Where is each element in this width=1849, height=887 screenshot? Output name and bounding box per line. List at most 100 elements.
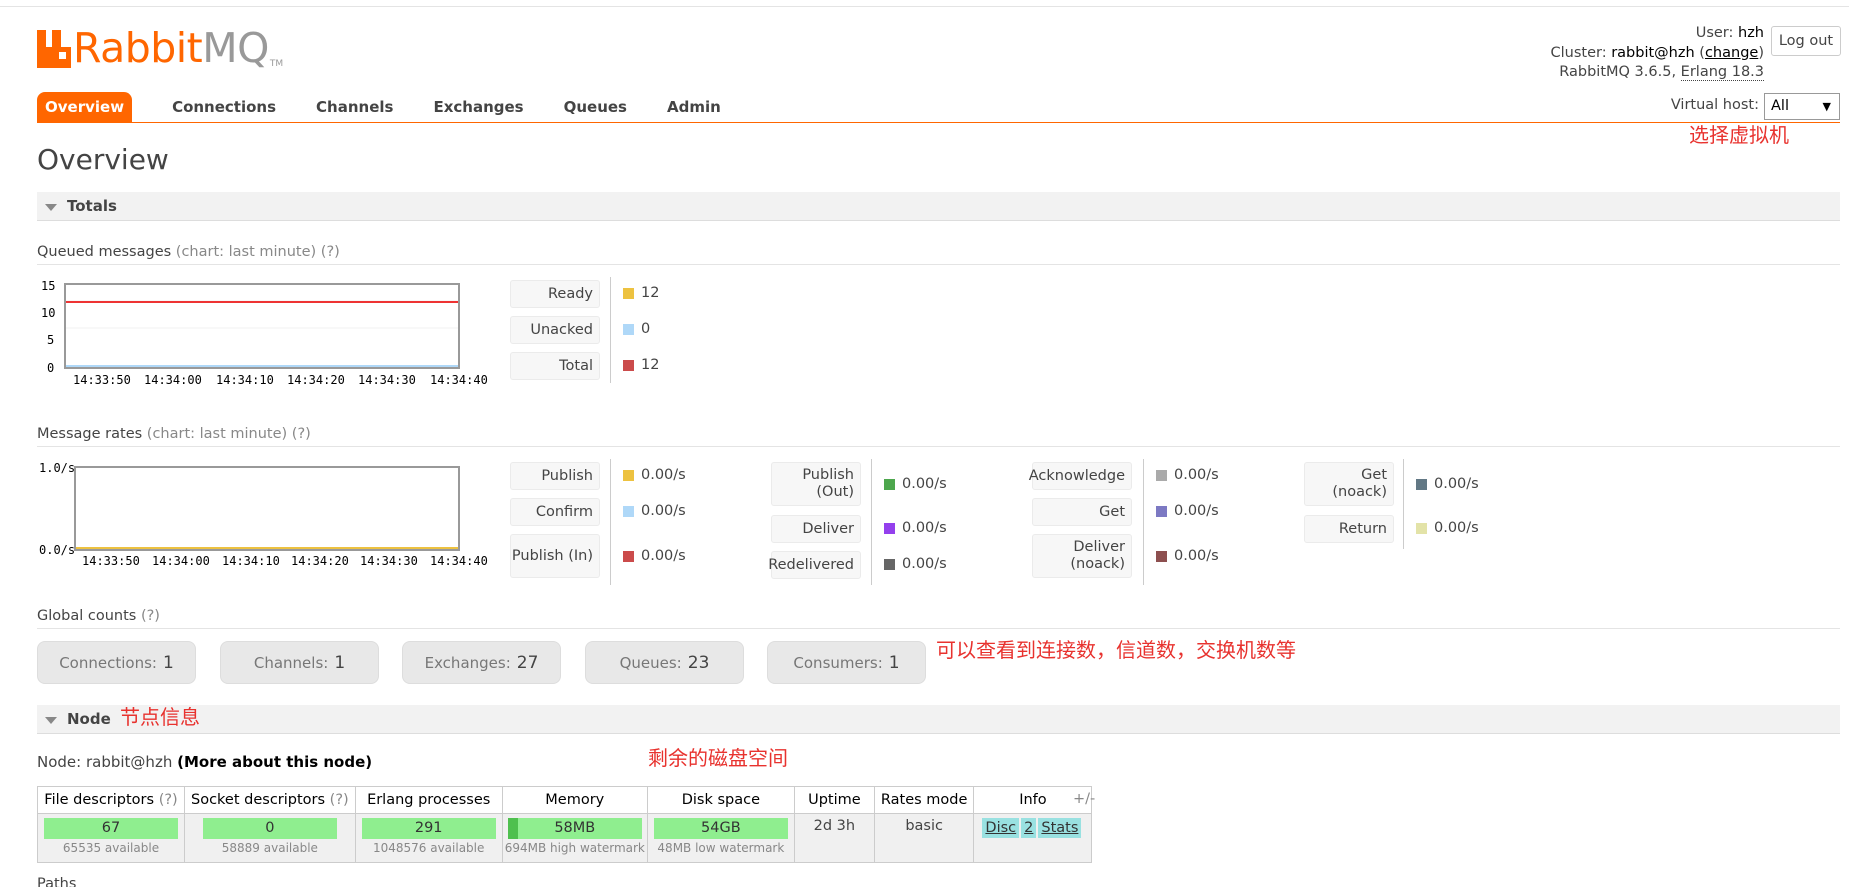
- rates-ytick-top: 1.0/s: [39, 461, 75, 475]
- annotation-vhost: 选择虚拟机: [1689, 123, 1789, 147]
- legend-publish-out[interactable]: Publish (Out): [771, 462, 861, 506]
- node-title: Node: [67, 710, 111, 728]
- value-return: 0.00/s: [1416, 520, 1479, 536]
- total-swatch: [623, 359, 634, 371]
- queued-ytick-5: 5: [47, 333, 54, 347]
- cluster-label: Cluster:: [1550, 44, 1607, 61]
- legend-get[interactable]: Get: [1032, 498, 1132, 526]
- legend-publish[interactable]: Publish: [510, 462, 600, 490]
- queued-messages-chart: 15 10 5 0 14:33:50 14:34:00 14:34:10 14:…: [41, 279, 488, 387]
- logo-text-mq: MQ: [202, 24, 269, 72]
- legend-confirm[interactable]: Confirm: [510, 498, 600, 526]
- count-connections[interactable]: Connections: 1: [37, 641, 196, 684]
- col-socket-descriptors: Socket descriptors (?): [184, 786, 356, 814]
- info-stats[interactable]: Stats: [1038, 818, 1082, 838]
- rates-title: Message rates: [37, 426, 143, 442]
- logout-button[interactable]: Log out: [1771, 26, 1841, 56]
- col-rates-mode: Rates mode: [873, 786, 975, 814]
- rates-xtick-0: 14:33:50: [82, 554, 140, 568]
- user-label: User:: [1695, 25, 1734, 41]
- totals-title: Totals: [67, 197, 117, 215]
- legend-deliver-noack[interactable]: Deliver (noack): [1032, 534, 1132, 578]
- rates-separator-2: [871, 459, 872, 585]
- disk-bar: 54GB: [653, 818, 788, 839]
- cluster-name: rabbit@hzh: [1611, 44, 1695, 61]
- queued-help[interactable]: (?): [321, 244, 340, 260]
- global-counts-header: Global counts (?): [37, 603, 1840, 629]
- rates-separator-4: [1403, 459, 1404, 549]
- cell-file-descriptors: 67 65535 available: [37, 813, 185, 863]
- rates-help[interactable]: (?): [292, 426, 311, 442]
- value-total: 12: [623, 357, 659, 373]
- queued-ytick-15: 15: [41, 279, 55, 293]
- top-divider: [0, 6, 1849, 7]
- help-socket-descriptors[interactable]: (?): [330, 792, 349, 808]
- global-help[interactable]: (?): [141, 608, 160, 624]
- rates-xtick-3: 14:34:20: [291, 554, 349, 568]
- user-info: User: hzh Cluster: rabbit@hzh (change) R…: [1550, 25, 1764, 81]
- legend-return[interactable]: Return: [1304, 515, 1394, 543]
- node-table: File descriptors (?) Socket descriptors …: [37, 786, 1093, 863]
- unacked-swatch: [623, 323, 634, 335]
- legend-unacked[interactable]: Unacked: [510, 316, 600, 344]
- count-channels[interactable]: Channels: 1: [220, 641, 379, 684]
- value-unacked: 0: [623, 321, 650, 337]
- info-count[interactable]: 2: [1021, 818, 1037, 838]
- erlang-version: Erlang 18.3: [1680, 64, 1764, 81]
- tab-channels[interactable]: Channels: [296, 92, 413, 123]
- columns-toggle[interactable]: +/-: [1073, 791, 1095, 807]
- count-consumers[interactable]: Consumers: 1: [767, 641, 926, 684]
- tab-admin[interactable]: Admin: [647, 92, 741, 123]
- totals-section-header[interactable]: Totals: [37, 192, 1840, 221]
- value-deliver: 0.00/s: [884, 520, 947, 536]
- legend-deliver[interactable]: Deliver: [771, 515, 861, 543]
- queued-chart-note[interactable]: (chart: last minute): [176, 244, 316, 260]
- main-nav-tabs: Overview Connections Channels Exchanges …: [37, 92, 741, 123]
- rates-chart-note[interactable]: (chart: last minute): [147, 426, 287, 442]
- queued-xtick-0: 14:33:50: [73, 373, 131, 387]
- tab-queues[interactable]: Queues: [544, 92, 647, 123]
- legend-acknowledge[interactable]: Acknowledge: [1029, 462, 1132, 490]
- count-queues[interactable]: Queues: 23: [585, 641, 744, 684]
- cell-erlang-processes: 291 1048576 available: [354, 813, 503, 863]
- version-text: RabbitMQ 3.6.5,: [1559, 64, 1677, 80]
- legend-total[interactable]: Total: [510, 352, 600, 380]
- collapse-triangle-icon: [45, 717, 57, 724]
- info-disc[interactable]: Disc: [982, 818, 1020, 838]
- vhost-select[interactable]: All ▼: [1764, 93, 1840, 120]
- annotation-global: 可以查看到连接数，信道数，交换机数等: [936, 638, 1296, 662]
- cell-rates-mode: basic: [873, 813, 975, 863]
- annotation-node: 节点信息: [120, 705, 200, 729]
- value-publish: 0.00/s: [623, 467, 686, 483]
- more-about-node-link[interactable]: (More about this node): [177, 753, 372, 771]
- tab-overview[interactable]: Overview: [37, 92, 133, 123]
- value-get-noack: 0.00/s: [1416, 476, 1479, 492]
- legend-get-noack[interactable]: Get (noack): [1304, 462, 1394, 506]
- rates-separator-3: [1143, 459, 1144, 585]
- col-file-descriptors: File descriptors (?): [37, 786, 185, 814]
- collapse-triangle-icon: [45, 204, 57, 211]
- col-uptime: Uptime: [793, 786, 875, 814]
- rabbitmq-logo[interactable]: RabbitMQ TM: [37, 26, 284, 70]
- queued-chart-frame: [64, 283, 460, 369]
- node-section-header[interactable]: Node: [37, 705, 1840, 734]
- help-file-descriptors[interactable]: (?): [159, 792, 178, 808]
- global-title: Global counts: [37, 608, 137, 624]
- cluster-change-link[interactable]: change: [1705, 45, 1758, 61]
- socket-desc-bar: 0: [202, 818, 337, 839]
- count-exchanges[interactable]: Exchanges: 27: [402, 641, 561, 684]
- erlang-proc-bar: 291: [361, 818, 496, 839]
- rabbitmq-logo-icon: [37, 30, 71, 68]
- legend-ready[interactable]: Ready: [510, 280, 600, 308]
- logo-text-rabbit: Rabbit: [73, 24, 203, 72]
- logo-trademark: TM: [269, 59, 284, 69]
- col-erlang-processes: Erlang processes: [354, 786, 503, 814]
- tab-connections[interactable]: Connections: [152, 92, 296, 123]
- rates-ytick-zero: 0.0/s: [39, 543, 75, 557]
- paths-heading: Paths: [37, 876, 77, 887]
- rates-chart-frame: [74, 466, 460, 551]
- legend-redelivered[interactable]: Redelivered: [768, 551, 861, 579]
- legend-publish-in[interactable]: Publish (In): [510, 534, 600, 578]
- tab-exchanges[interactable]: Exchanges: [413, 92, 543, 123]
- value-publish-out: 0.00/s: [884, 476, 947, 492]
